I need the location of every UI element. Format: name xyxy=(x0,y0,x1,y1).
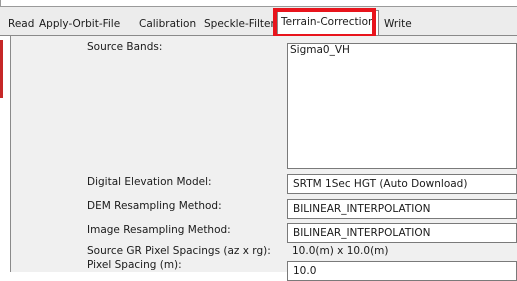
dem-resampling-select[interactable]: BILINEAR_INTERPOLATION xyxy=(287,199,517,219)
graph-tab-bar: Read Apply-Orbit-File Calibration Speckl… xyxy=(0,7,517,36)
source-bands-list[interactable]: Sigma0_VH xyxy=(287,43,517,169)
source-band-item-sigma0-vh[interactable]: Sigma0_VH xyxy=(289,44,351,57)
source-gr-spacing-label: Source GR Pixel Spacings (az x rg): xyxy=(87,245,271,257)
tab-apply-orbit-file[interactable]: Apply-Orbit-File xyxy=(39,14,120,35)
pixel-spacing-input[interactable]: 10.0 xyxy=(287,261,517,281)
tab-read[interactable]: Read xyxy=(8,14,34,35)
image-resampling-label: Image Resampling Method: xyxy=(87,224,231,236)
tab-terrain-correction[interactable]: Terrain-Correction xyxy=(277,10,379,35)
dem-select[interactable]: SRTM 1Sec HGT (Auto Download) xyxy=(287,174,517,194)
image-resampling-select[interactable]: BILINEAR_INTERPOLATION xyxy=(287,223,517,243)
window-top-edge xyxy=(0,0,517,7)
dem-label: Digital Elevation Model: xyxy=(87,176,212,188)
tab-calibration[interactable]: Calibration xyxy=(139,14,196,35)
source-gr-spacing-value: 10.0(m) x 10.0(m) xyxy=(292,245,389,257)
window-left-edge xyxy=(0,0,1,6)
tab-write[interactable]: Write xyxy=(384,14,412,35)
dem-resampling-label: DEM Resampling Method: xyxy=(87,200,222,212)
left-accent-mark xyxy=(0,40,3,98)
source-bands-label: Source Bands: xyxy=(87,41,163,53)
pixel-spacing-label: Pixel Spacing (m): xyxy=(87,259,182,271)
tab-speckle-filter[interactable]: Speckle-Filter xyxy=(204,14,275,35)
